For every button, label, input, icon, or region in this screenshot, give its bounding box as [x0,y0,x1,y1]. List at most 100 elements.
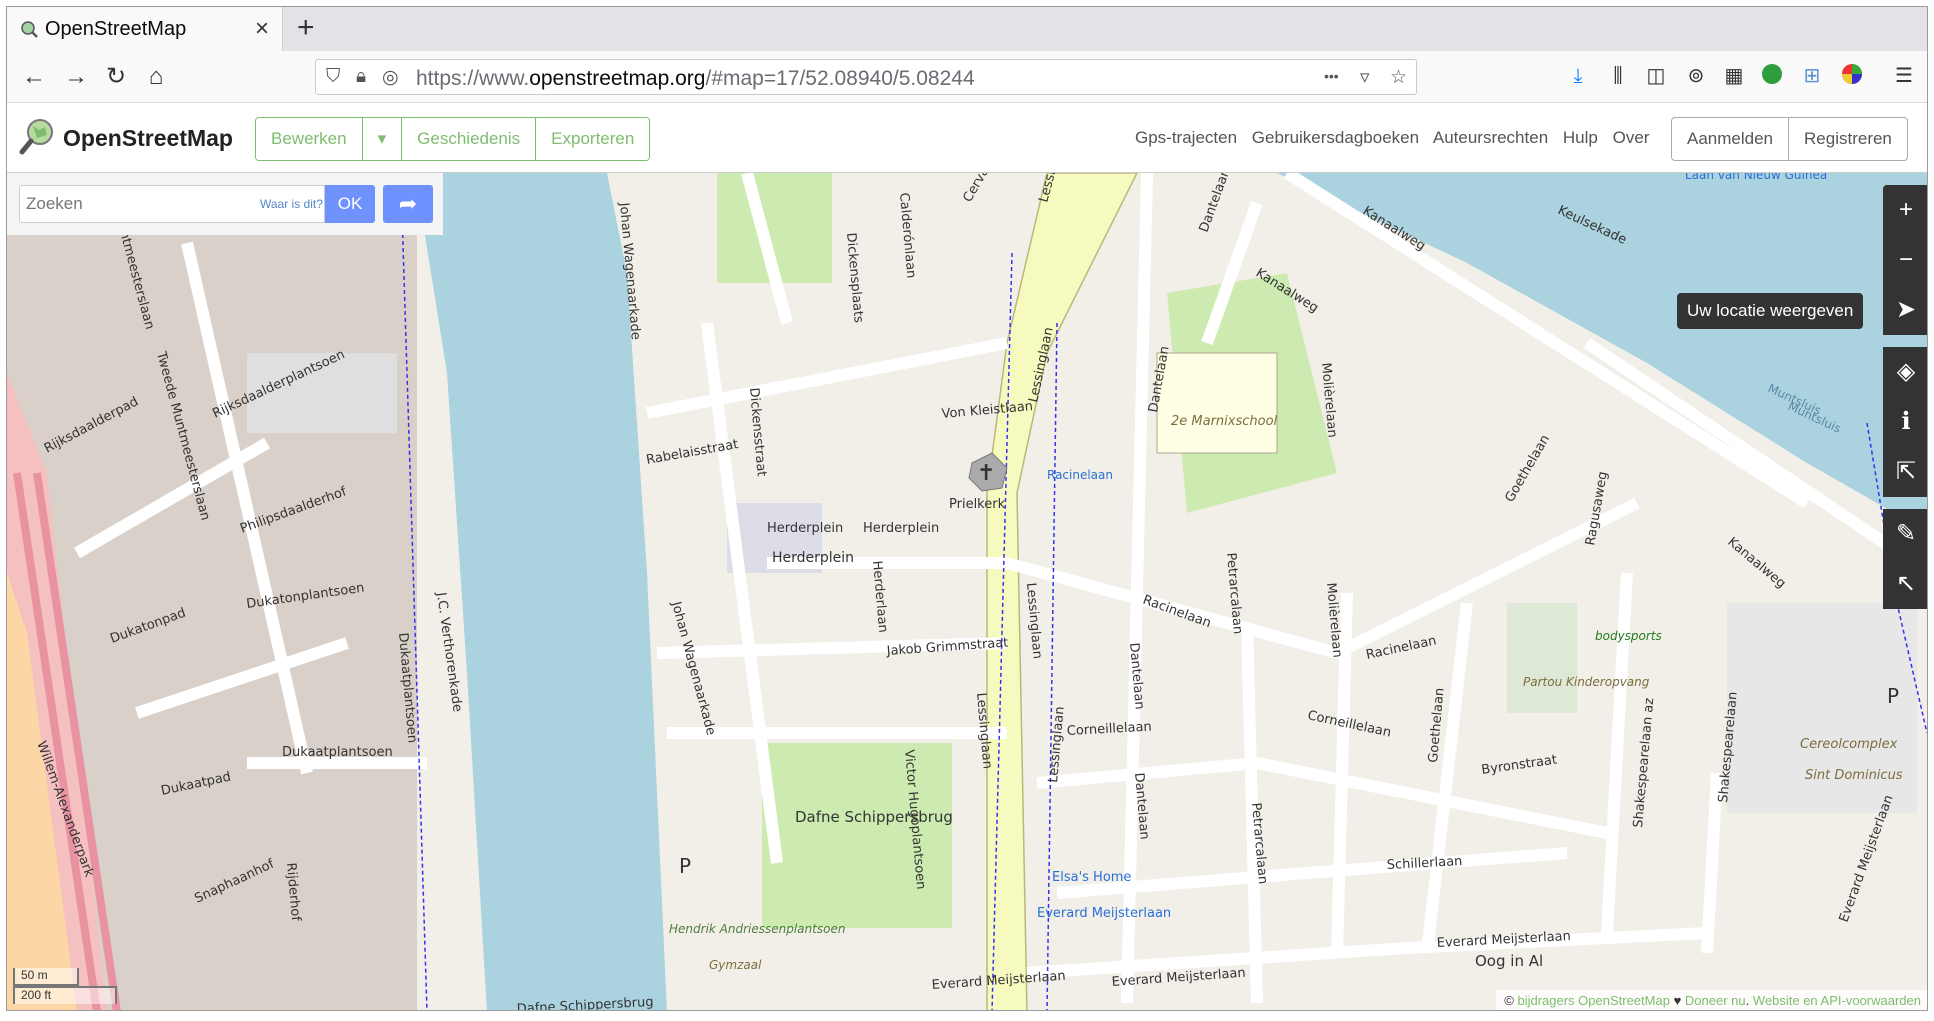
gps-traces-link[interactable]: Gps-trajecten [1135,128,1237,147]
map-label: Herderplein [772,550,854,566]
parking-icon: P [679,854,691,878]
forward-icon[interactable]: → [59,60,93,94]
home-icon[interactable]: ⌂ [139,60,173,94]
about-link[interactable]: Over [1613,128,1650,147]
sidebar-icon[interactable]: ◫ [1643,63,1669,89]
map-label: Ragusaweg [1583,470,1611,546]
heart-icon: ♥ [1669,993,1685,1008]
search-ok-button[interactable]: OK [325,185,375,223]
note-controls: ✎ ↖ [1883,509,1927,609]
map-canvas[interactable]: ✝ Herderplein Herderplein Herderplein Ra… [7,173,1927,1010]
register-button[interactable]: Registreren [1789,118,1907,160]
church-icon: ✝ [977,461,995,486]
osm-favicon-icon [21,21,38,38]
map-tiles: ✝ Herderplein Herderplein Herderplein Ra… [7,173,1927,1010]
map-label: Herderlaan [869,560,890,633]
search-input[interactable] [20,186,240,222]
back-icon[interactable]: ← [17,60,51,94]
color-wheel-icon[interactable] [1839,63,1865,89]
attribution-prefix: © [1504,993,1518,1008]
download-icon[interactable]: ⤓ [1565,63,1591,89]
poi-label: Laan van Nieuw Guinea [1685,173,1827,182]
lock-icon[interactable]: 🔒︎ [356,66,366,88]
page-actions-icon[interactable]: ••• [1324,68,1339,84]
close-tab-icon[interactable]: × [255,15,269,43]
pocket-icon[interactable]: ▿ [1360,66,1370,89]
address-bar[interactable]: ⛉ 🔒︎ ◎ https://www.openstreetmap.org/#ma… [315,59,1417,95]
reload-icon[interactable]: ↻ [99,60,133,94]
map-label: Lessinglaan [1023,582,1045,659]
poi-label: Everard Meijsterlaan [1037,906,1171,921]
directions-icon[interactable]: ➦ [383,185,433,223]
map-label: Dantelaan [1197,173,1234,234]
poi-label: 2e Marnixschool [1171,414,1278,429]
tab-title: OpenStreetMap [45,18,187,40]
query-features-icon[interactable]: ↖ [1883,559,1927,609]
secondary-nav: Gps-trajecten Gebruikersdagboeken Auteur… [1135,128,1659,148]
addon-green-icon[interactable] [1759,63,1785,89]
fingerprint-icon[interactable]: ⊚ [1683,63,1709,89]
search-panel: Waar is dit? OK ➦ [7,173,443,235]
locate-icon[interactable]: ➤ [1883,285,1927,335]
contributors-link[interactable]: bijdragers OpenStreetMap [1517,993,1669,1008]
bookmark-star-icon[interactable]: ☆ [1390,66,1407,89]
menu-icon[interactable]: ☰ [1891,63,1917,89]
poi-label: Prielkerk [949,497,1006,512]
scale-metric: 50 m [13,968,79,986]
map-label: Cervantes [960,173,1006,205]
map-label: Lessinglaan [1046,706,1068,783]
tracking-icon[interactable]: ◎ [382,66,399,89]
scale-bar: 50 m 200 ft [13,968,125,1006]
donate-link[interactable]: Doneer nu [1685,993,1746,1008]
poi-label: Elsa's Home [1052,870,1131,885]
school-building [1156,352,1278,454]
history-button[interactable]: Geschiedenis [402,118,537,160]
poi-label: bodysports [1595,629,1662,643]
map-label: Dafne Schippersbrug [795,808,953,826]
library-icon[interactable]: ⫼ [1605,63,1631,89]
attribution: © bijdragers OpenStreetMap ♥ Doneer nu. … [1496,990,1927,1010]
parking-icon: P [1887,684,1899,708]
tab-openstreetmap[interactable]: OpenStreetMap × [7,7,283,51]
add-note-icon[interactable]: ✎ [1883,509,1927,559]
user-diaries-link[interactable]: Gebruikersdagboeken [1252,128,1419,147]
copyright-link[interactable]: Auteursrechten [1433,128,1548,147]
share-icon[interactable]: ⇱ [1883,447,1927,497]
osm-brand[interactable]: OpenStreetMap [63,125,233,152]
navigation-bar: ← → ↻ ⌂ ⛉ 🔒︎ ◎ https://www.openstreetmap… [7,51,1927,103]
map-label: Schillerlaan [1386,854,1462,873]
extensions-icon[interactable]: ▦ [1721,63,1747,89]
locate-tooltip: Uw locatie weergeven [1677,293,1864,329]
edit-button[interactable]: Bewerken [256,118,363,160]
osm-logo-icon[interactable] [19,117,57,155]
zoom-out-icon[interactable]: − [1883,235,1927,285]
zoom-controls: + − ➤ [1883,185,1927,335]
new-tab-icon[interactable]: + [297,11,315,45]
edit-dropdown-icon[interactable]: ▾ [362,118,403,160]
login-button[interactable]: Aanmelden [1672,118,1790,160]
poi-label: Hendrik Andriessenplantsoen [669,922,845,936]
browser-window: OpenStreetMap × + ← → ↻ ⌂ ⛉ 🔒︎ ◎ https:/… [6,6,1928,1011]
shield-icon[interactable]: ⛉ [326,66,340,88]
terms-link[interactable]: Website en API-voorwaarden [1753,993,1921,1008]
poi-label: Partou Kinderopvang [1523,675,1650,689]
edit-button-group: Bewerken ▾ Geschiedenis Exporteren [255,117,651,161]
help-link[interactable]: Hulp [1563,128,1598,147]
layers-icon[interactable]: ◈ [1883,347,1927,397]
map-layer-controls: ◈ ℹ ⇱ [1883,347,1927,497]
osm-header: OpenStreetMap Bewerken ▾ Geschiedenis Ex… [7,103,1927,173]
grid-icon[interactable]: ⊞ [1799,63,1825,89]
where-is-this-link[interactable]: Waar is dit? [260,197,323,211]
map-label: Johan Wagenaarkade [668,599,718,737]
map-label: Dickensplaats [843,232,866,324]
map-label: Shakespearelaan az [1631,697,1657,828]
map-label: J.C. Verthorenkade [433,590,465,713]
kindergarten-area [1507,603,1577,713]
zoom-in-icon[interactable]: + [1883,185,1927,235]
map-label: Herderplein [767,521,843,536]
export-button[interactable]: Exporteren [536,118,650,160]
map-label: Oog in Al [1475,952,1543,970]
info-icon[interactable]: ℹ [1883,397,1927,447]
map-label: Kanaalweg [1724,535,1788,592]
map-label: Goethelaan [1502,432,1553,505]
